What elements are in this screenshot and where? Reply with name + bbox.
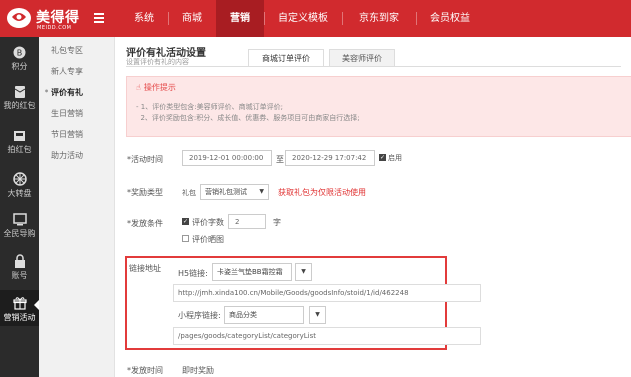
review-image-label: 评价晒图: [192, 235, 224, 244]
mini-program-value: 商品分类: [229, 311, 257, 319]
chevron-down-icon: ▼: [301, 268, 306, 275]
tab-mall-order-review[interactable]: 商城订单评价: [248, 49, 324, 67]
hand-icon: ☝: [136, 83, 141, 92]
mini-program-dropdown-button[interactable]: ▼: [309, 306, 326, 324]
review-image-checkbox[interactable]: [182, 235, 189, 242]
nav-item-jd-daojia[interactable]: 京东到家: [342, 0, 416, 37]
subnav-item-newcomer[interactable]: 新人专享: [51, 66, 83, 77]
rail-item-label: 大转盘: [7, 189, 32, 198]
rail-item-grab-red-packet[interactable]: 拍红包: [0, 129, 39, 155]
points-icon: B: [13, 46, 26, 59]
h5-link-select[interactable]: 卡姿兰气垫BB霜控霜: [212, 263, 292, 281]
chevron-down-icon: ▼: [315, 311, 320, 318]
nav-item-mall[interactable]: 商城: [168, 0, 216, 37]
reward-type-label: *奖励类型: [127, 188, 163, 197]
lock-icon: [14, 254, 25, 268]
menu-toggle-icon[interactable]: [94, 13, 104, 23]
issue-time-value: 即时奖励: [182, 366, 214, 375]
nav-item-system[interactable]: 系统: [120, 0, 168, 37]
tip-line: - 1、评价类型包含:美容师评价、商城订单评价;: [136, 103, 283, 111]
h5-link-label: H5链接:: [178, 269, 208, 278]
brand-name: 美得得: [36, 10, 80, 26]
mini-program-url-input[interactable]: /pages/goods/categoryList/categoryList: [173, 327, 481, 345]
condition-label: *发放条件: [127, 219, 163, 228]
reward-package-value: 营销礼包测试: [205, 188, 247, 196]
top-nav: 系统 商城 营销 自定义模板 京东到家 会员权益: [120, 0, 484, 37]
subnav-item-gift-pack[interactable]: 礼包专区: [51, 45, 83, 56]
rail-item-label: 全民导购: [3, 229, 36, 238]
rail-item-label: 账号: [11, 271, 28, 280]
subnav-item-review-reward[interactable]: • 评价有礼: [44, 87, 83, 98]
svg-text:B: B: [17, 49, 23, 58]
tip-box: ☝ 操作提示 - 1、评价类型包含:美容师评价、商城订单评价; 2、评价奖励包含:…: [126, 76, 631, 137]
tip-line-text: 2、评价奖励包含:积分、成长值、优惠券、服务项目可由商家自行选择;: [140, 114, 360, 122]
subnav-item-birthday[interactable]: 生日营销: [51, 108, 83, 119]
nav-divider: [342, 12, 343, 25]
nav-item-custom-template[interactable]: 自定义模板: [264, 0, 342, 37]
brand-sub: MEIDD.COM: [37, 25, 72, 31]
red-packet-icon: [14, 86, 25, 98]
tip-line-text: 1、评价类型包含:美容师评价、商城订单评价;: [140, 103, 283, 111]
nav-divider: [264, 12, 265, 25]
link-address-label: 链接地址: [129, 264, 161, 273]
nav-divider: [168, 12, 169, 25]
chevron-down-icon: ▼: [259, 188, 264, 195]
h5-dropdown-button[interactable]: ▼: [295, 263, 312, 281]
tab-divider: [126, 66, 621, 67]
rail-item-shopping-guide[interactable]: 全民导购: [0, 213, 39, 239]
subnav-item-holiday[interactable]: 节日营销: [51, 129, 83, 140]
sub-sidebar: 礼包专区 新人专享 • 评价有礼 生日营销 节日营销 助力活动: [39, 37, 115, 377]
issue-time-label: *发放时间: [127, 366, 163, 375]
rail-item-label-prefix: 我的: [3, 101, 20, 110]
rail-item-points[interactable]: B 积分: [0, 46, 39, 72]
enable-label: 启用: [388, 154, 402, 162]
tip-header: ☝ 操作提示: [136, 82, 176, 93]
nav-item-marketing[interactable]: 营销: [216, 0, 264, 37]
rail-item-marketing-activity[interactable]: 营销活动: [0, 290, 39, 326]
review-words-label: 评价字数: [192, 218, 224, 227]
rail-item-red-packet[interactable]: 我的红包: [0, 85, 39, 111]
start-time-input[interactable]: 2019-12-01 00:00:00: [182, 150, 272, 166]
tip-line: 2、评价奖励包含:积分、成长值、优惠券、服务项目可由商家自行选择;: [136, 113, 360, 123]
reward-type-text: 礼包: [182, 189, 196, 197]
activity-time-label: *活动时间: [127, 155, 163, 164]
review-words-input[interactable]: 2: [228, 214, 266, 229]
top-bar: 美得得 MEIDD.COM 系统 商城 营销 自定义模板 京东到家 会员权益: [0, 0, 631, 37]
tip-title: 操作提示: [143, 83, 176, 92]
end-time-input[interactable]: 2020-12-29 17:07:42: [285, 150, 375, 166]
subnav-item-label: 评价有礼: [51, 88, 83, 97]
shopping-guide-icon: [12, 213, 27, 226]
enable-checkbox[interactable]: [379, 154, 386, 161]
rail-item-label: 积分: [11, 62, 28, 71]
nav-divider: [416, 12, 417, 25]
icon-rail: B 积分 我的红包 拍红包 大转盘 全民导购 账号 营销活动: [0, 37, 39, 377]
review-words-unit: 字: [273, 218, 281, 227]
h5-url-input[interactable]: http://jmh.xinda100.cn/Mobile/Goods/good…: [173, 284, 481, 302]
gift-icon: [12, 297, 27, 310]
reward-package-select[interactable]: 营销礼包测试 ▼: [200, 184, 269, 200]
subnav-item-assist[interactable]: 助力活动: [51, 150, 83, 161]
reward-note-link[interactable]: 获取礼包为仅限活动使用: [278, 187, 366, 198]
rail-item-wheel[interactable]: 大转盘: [0, 172, 39, 199]
brand-logo-icon: [7, 8, 31, 28]
grab-red-packet-icon: [14, 131, 25, 141]
rail-item-label: 营销活动: [3, 313, 36, 322]
to-text: 至: [276, 155, 284, 164]
nav-item-member-rights[interactable]: 会员权益: [416, 0, 484, 37]
h5-link-value: 卡姿兰气垫BB霜控霜: [217, 268, 283, 276]
rail-item-account[interactable]: 账号: [0, 254, 39, 281]
active-dot-icon: •: [44, 87, 50, 96]
review-words-checkbox[interactable]: [182, 218, 189, 225]
rail-item-label: 拍红包: [7, 145, 32, 154]
wheel-icon: [12, 172, 27, 186]
main-content: 评价有礼活动设置 设置评价有礼的内容 商城订单评价 美容师评价 ☝ 操作提示 - …: [116, 37, 631, 377]
mini-program-link-label: 小程序链接:: [178, 311, 221, 320]
mini-program-select[interactable]: 商品分类: [224, 306, 304, 324]
tab-beautician-review[interactable]: 美容师评价: [329, 49, 395, 67]
rail-item-label: 红包: [19, 101, 36, 110]
